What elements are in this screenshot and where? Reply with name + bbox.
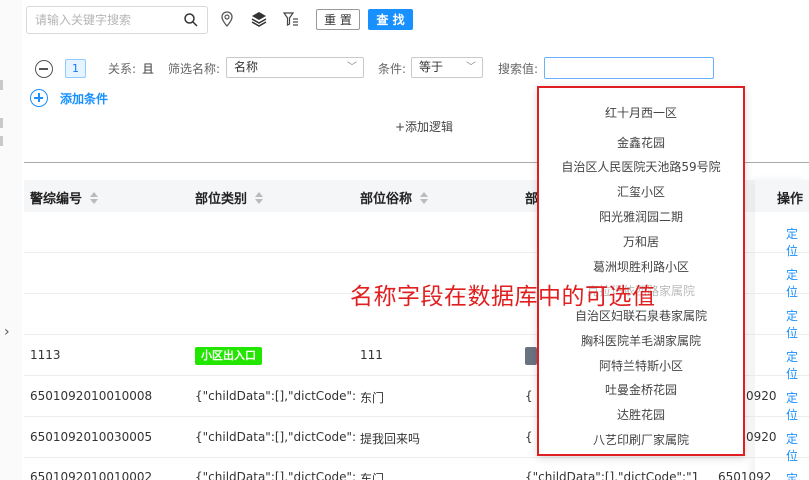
condition-index-badge: 1 — [65, 59, 86, 78]
cell-category: {"childData":[],"dictCode":"1 — [195, 430, 355, 444]
cell-alias: 111 — [360, 348, 383, 362]
keyword-search-box — [26, 6, 208, 34]
cell-col4: { — [525, 389, 533, 403]
dropdown-option[interactable]: 胸科医院羊毛湖家属院 — [539, 332, 743, 349]
column-header-label: 警综编号 — [30, 192, 83, 207]
search-value-input[interactable] — [544, 57, 714, 79]
app-root: › 重 置 查 找 1 关系: 且 筛选名称: 名称 ﹀ 条件: 等于 ﹀ 搜索… — [0, 0, 809, 480]
dropdown-option[interactable]: 自治区人民医院天池路59号院 — [539, 158, 743, 175]
left-edge-strip: › — [0, 0, 22, 480]
edge-marker — [0, 136, 3, 146]
column-header[interactable]: 部位俗称 — [360, 188, 429, 207]
dropdown-option[interactable]: 红十月西一区 — [539, 104, 743, 121]
column-header[interactable]: 部位类别 — [195, 188, 264, 207]
field-name-select[interactable]: 名称 ﹀ — [226, 57, 364, 78]
cell-code: 0920 — [746, 430, 777, 444]
add-logic-link[interactable]: +添加逻辑 — [395, 118, 453, 135]
condition-value: 等于 — [419, 60, 444, 74]
remove-condition-icon[interactable] — [35, 60, 53, 78]
sort-icon[interactable] — [90, 192, 99, 204]
annotation-text: 名称字段在数据库中的可选值 — [350, 284, 656, 310]
location-pin-icon[interactable] — [218, 10, 236, 28]
search-button[interactable]: 查 找 — [368, 9, 413, 30]
relation-value[interactable]: 且 — [142, 60, 154, 77]
dropdown-option[interactable]: 万和居 — [539, 233, 743, 250]
status-block — [525, 347, 537, 365]
dropdown-option[interactable]: 八艺印刷厂家属院 — [539, 431, 743, 448]
layers-icon[interactable] — [250, 10, 268, 28]
chevron-down-icon: ﹀ — [466, 62, 476, 73]
search-value-label: 搜索值: — [498, 62, 539, 76]
column-header[interactable]: 警综编号 — [30, 188, 99, 207]
dropdown-option[interactable]: 葛洲坝胜利路小区 — [539, 258, 743, 275]
cell-alias: 东门 — [360, 472, 385, 480]
add-condition-link[interactable]: 添加条件 — [60, 90, 108, 107]
cell-alias: 东门 — [360, 391, 385, 405]
keyword-search-input[interactable] — [35, 7, 180, 33]
category-tag: 小区出入口 — [195, 347, 262, 365]
dropdown-option[interactable]: 吐曼金桥花园 — [539, 381, 743, 398]
table-row[interactable]: 6501092010010002 {"childData":[],"dictCo… — [24, 458, 809, 480]
condition-select[interactable]: 等于 ﹀ — [411, 57, 483, 78]
relation-label: 关系: — [108, 62, 137, 76]
expand-chevron-icon[interactable]: › — [4, 324, 10, 340]
add-condition-icon[interactable] — [30, 89, 48, 107]
sort-icon[interactable] — [420, 192, 429, 204]
dropdown-option[interactable]: 金鑫花园 — [539, 134, 743, 151]
cell-id: 1113 — [30, 348, 61, 362]
cell-code: 0920 — [746, 389, 777, 403]
value-options-dropdown: 红十月西一区 金鑫花园 自治区人民医院天池路59号院 汇玺小区 阳光雅润园二期 … — [537, 86, 745, 456]
cell-category: {"childData":[],"dictCode":"1 — [195, 470, 355, 480]
dropdown-option[interactable]: 达胜花园 — [539, 406, 743, 423]
dropdown-option[interactable]: 阳光雅润园二期 — [539, 208, 743, 225]
cell-code: 6501092 — [718, 470, 772, 480]
column-header-label: 部位俗称 — [360, 192, 413, 207]
reset-button[interactable]: 重 置 — [316, 9, 360, 30]
cell-id: 6501092010010002 — [30, 470, 153, 480]
edge-marker — [0, 118, 3, 128]
cell-alias: 提我回来吗 — [360, 432, 421, 446]
cell-id: 6501092010010008 — [30, 389, 153, 403]
dropdown-option[interactable]: 汇玺小区 — [539, 183, 743, 200]
condition-label: 条件: — [378, 62, 407, 76]
edge-marker — [0, 80, 3, 90]
column-header-label: 部位类别 — [195, 192, 248, 207]
cell-col4: {"childData":[],"dictCode":"1 — [525, 470, 700, 480]
sort-icon[interactable] — [255, 192, 264, 204]
cell-id: 6501092010030005 — [30, 430, 153, 444]
cell-col4: { — [525, 430, 533, 444]
search-icon[interactable] — [183, 12, 199, 28]
chevron-down-icon: ﹀ — [347, 62, 357, 73]
locate-link[interactable]: 定位 — [786, 470, 809, 480]
field-name-label: 筛选名称: — [168, 62, 221, 76]
filter-list-icon[interactable] — [282, 10, 300, 28]
dropdown-option[interactable]: 阿特兰特斯小区 — [539, 357, 743, 374]
field-name-value: 名称 — [234, 60, 259, 74]
cell-category: {"childData":[],"dictCode":"1 — [195, 389, 355, 403]
